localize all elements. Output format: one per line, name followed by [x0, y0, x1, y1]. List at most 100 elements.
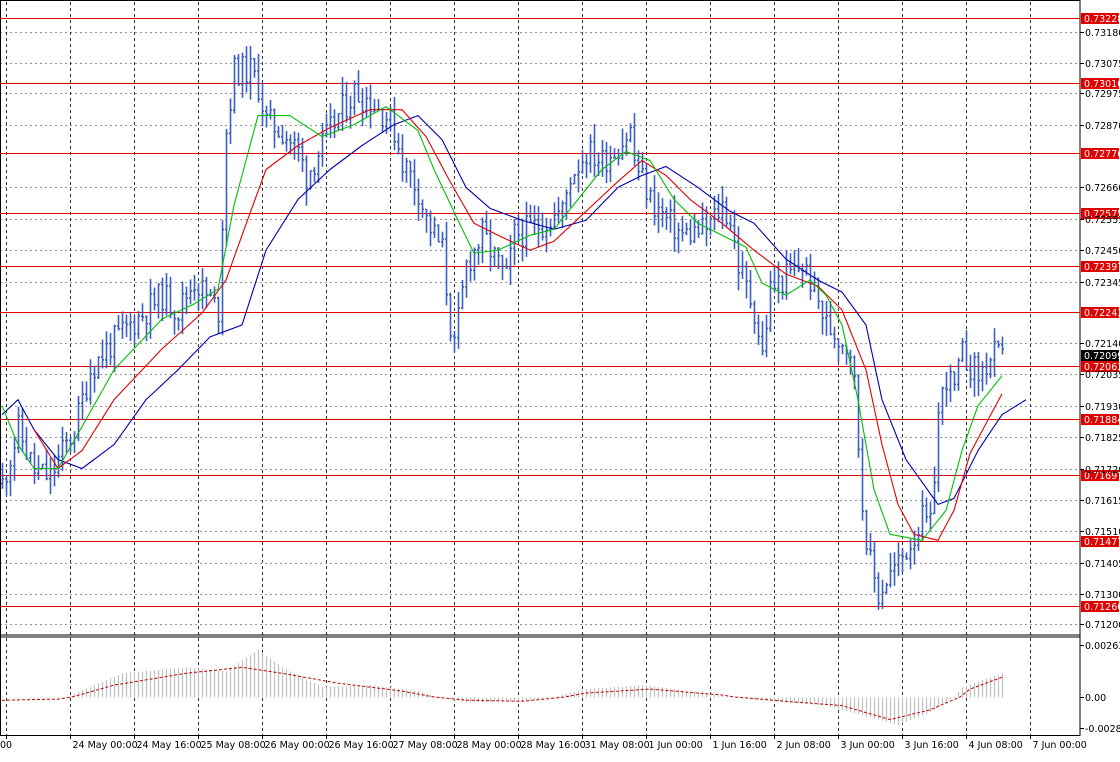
ohlc-bar [837, 338, 840, 363]
ohlc-bar [673, 195, 676, 252]
osc-signal-line [2, 666, 1003, 721]
ohlc-bar [797, 248, 800, 273]
ohlc-bar [961, 338, 964, 363]
ohlc-bar [493, 246, 496, 268]
ohlc-bar [117, 314, 120, 331]
y-tick-label: 0.71510 [1085, 527, 1120, 538]
x-tick-label: 26 May 00:00 [265, 740, 330, 751]
ohlc-bar [857, 374, 860, 458]
ohlc-bar [537, 206, 540, 247]
ohlc-bar [553, 202, 556, 229]
ohlc-bar [657, 192, 660, 233]
ohlc-bar [93, 365, 96, 393]
x-tick-label: 00 [0, 740, 12, 751]
ohlc-bar [113, 324, 116, 373]
ohlc-bar [425, 208, 428, 233]
ohlc-bar [189, 279, 192, 305]
level-price-label: 0.72776 [1084, 149, 1120, 160]
ohlc-bar [633, 113, 636, 167]
ohlc-bar [901, 547, 904, 573]
ohlc-bar [569, 177, 572, 208]
ohlc-bar [453, 330, 456, 353]
ohlc-bar [377, 98, 380, 111]
ohlc-bar [689, 219, 692, 246]
ohlc-bar [917, 526, 920, 551]
ohlc-bar [925, 497, 928, 523]
ohlc-bar [181, 281, 184, 335]
ohlc-bar [381, 108, 384, 133]
ohlc-bar [401, 134, 404, 182]
level-price-label: 0.73228 [1084, 14, 1120, 25]
y-tick-label: 0.71200 [1085, 620, 1120, 631]
ohlc-bar [445, 221, 448, 306]
ohlc-bar [833, 326, 836, 349]
y-tick-label: 0.71930 [1085, 402, 1120, 413]
ohlc-bar [245, 46, 248, 93]
ohlc-bar [429, 210, 432, 247]
ohlc-bar [913, 530, 916, 565]
ohlc-bar [489, 220, 492, 272]
x-tick-label: 26 May 16:00 [329, 740, 394, 751]
ohlc-bar [441, 231, 444, 248]
ohlc-bar [701, 202, 704, 235]
ohlc-bar [905, 552, 908, 560]
ohlc-bar [1001, 336, 1004, 355]
ohlc-bar [365, 86, 368, 118]
ohlc-bar [21, 408, 24, 452]
ohlc-bar [945, 371, 948, 407]
ohlc-bar [561, 200, 564, 229]
ohlc-bar [345, 81, 348, 123]
osc-tick-label: 0.00 [1085, 693, 1106, 704]
ohlc-bar [981, 361, 984, 392]
ohlc-bar [889, 552, 892, 588]
x-tick-label: 25 May 08:00 [201, 740, 266, 751]
x-tick-label: 24 May 16:00 [137, 740, 202, 751]
y-tick-label: 0.73180 [1085, 28, 1120, 39]
ohlc-bar [709, 215, 712, 236]
ohlc-bar [193, 274, 196, 301]
ohlc-bar [273, 108, 276, 149]
ohlc-bar [369, 84, 372, 129]
ohlc-bar [85, 381, 88, 402]
x-tick-label: 4 Jun 08:00 [969, 740, 1023, 751]
ohlc-bar [221, 220, 224, 336]
ohlc-bar [665, 206, 668, 230]
ohlc-bar [157, 283, 160, 319]
forex-chart[interactable]: 0.73228 0.73010 0.72776 0.72575 0.72397 0.722… [0, 0, 1120, 758]
ohlc-bar [741, 251, 744, 280]
ohlc-bar [877, 572, 880, 610]
ohlc-bar [969, 354, 972, 389]
ohlc-bar [241, 52, 244, 98]
ma-slow-line [1, 114, 1027, 506]
level-price-label: 0.72397 [1084, 262, 1120, 273]
axes: 0.73180 0.73075 0.72975 0.72870 0.72660 0.725… [0, 28, 1120, 751]
ohlc-bar [629, 123, 632, 143]
ohlc-bar [957, 357, 960, 391]
x-tick-label: 31 May 08:00 [585, 740, 650, 751]
ohlc-bar [813, 271, 816, 293]
ohlc-bar [989, 357, 992, 379]
ohlc-bar [9, 459, 12, 497]
ohlc-bar [37, 455, 40, 480]
horizontal-levels: 0.732280.730100.727760.725750.723970.722… [0, 13, 1120, 613]
ohlc-bar [293, 131, 296, 160]
ohlc-bar [521, 218, 524, 262]
ohlc-bar [885, 582, 888, 595]
ohlc-bar [333, 109, 336, 138]
ohlc-bar [477, 243, 480, 265]
ohlc-bar [65, 431, 68, 454]
y-tick-label: 0.71720 [1085, 465, 1120, 476]
ohlc-bar [669, 199, 672, 233]
ohlc-bar [933, 466, 936, 515]
ohlc-bar [509, 234, 512, 286]
ohlc-bar [485, 210, 488, 235]
ohlc-bar [277, 125, 280, 138]
ohlc-bar [185, 286, 188, 315]
ohlc-bar [929, 501, 932, 531]
y-tick-label: 0.73075 [1085, 59, 1120, 70]
ohlc-bar [949, 364, 952, 403]
ohlc-bar [81, 381, 84, 420]
chart-canvas[interactable]: 0.732280.730100.727760.725750.723970.722… [0, 0, 1120, 758]
ohlc-bar [281, 125, 284, 145]
ohlc-bar [533, 205, 536, 236]
